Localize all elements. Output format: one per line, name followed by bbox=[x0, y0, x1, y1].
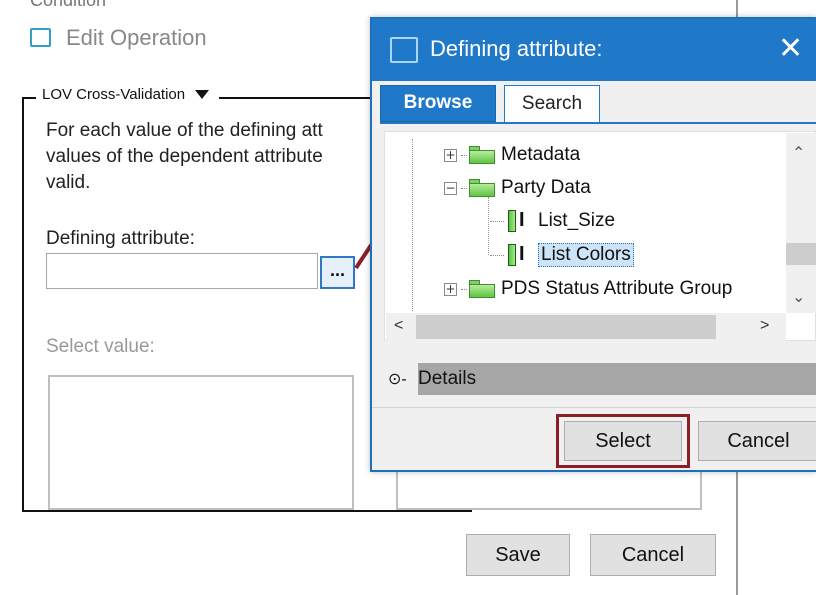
expand-icon[interactable]: + bbox=[444, 148, 457, 162]
details-toggle-icon[interactable]: ⊙- bbox=[388, 369, 407, 389]
folder-icon bbox=[469, 179, 495, 197]
tree-dots bbox=[490, 254, 504, 256]
tree-item-label: List_Size bbox=[538, 210, 616, 231]
collapse-icon[interactable]: − bbox=[444, 181, 457, 195]
tree-item-label: Party Data bbox=[501, 177, 591, 198]
tree-connector-line bbox=[412, 139, 413, 311]
tab-search[interactable]: Search bbox=[504, 85, 600, 123]
tree-item-list-colors[interactable]: I List Colors bbox=[490, 241, 634, 269]
scroll-down-icon[interactable]: ⌄ bbox=[792, 287, 805, 307]
tree-dots bbox=[461, 154, 467, 156]
tree-item-pds-status[interactable]: + PDS Status Attribute Group bbox=[444, 275, 732, 303]
horizontal-scroll-thumb[interactable] bbox=[416, 315, 716, 339]
vertical-scroll-thumb[interactable] bbox=[786, 243, 816, 265]
tab-browse[interactable]: Browse bbox=[380, 85, 496, 122]
tree-connector-line bbox=[488, 197, 489, 255]
scroll-right-icon[interactable]: > bbox=[760, 317, 769, 335]
defining-attribute-dialog: Defining attribute: ✕ Browse Search + Me… bbox=[370, 17, 816, 472]
tree-item-label: PDS Status Attribute Group bbox=[501, 278, 733, 299]
dialog-title: Defining attribute: bbox=[430, 36, 603, 61]
dialog-cancel-button[interactable]: Cancel bbox=[698, 421, 816, 461]
details-bar[interactable] bbox=[418, 363, 816, 395]
tree-dots bbox=[490, 220, 504, 222]
scroll-left-icon[interactable]: < bbox=[394, 317, 403, 335]
tree-item-label: Metadata bbox=[501, 144, 581, 165]
text-attribute-icon: I bbox=[506, 242, 534, 268]
expand-icon[interactable]: + bbox=[444, 282, 457, 296]
scroll-up-icon[interactable]: ⌃ bbox=[792, 143, 805, 163]
footer-divider bbox=[372, 407, 816, 408]
tree-dots bbox=[461, 288, 467, 290]
tree-dots bbox=[461, 187, 467, 189]
tree-item-label-selected: List Colors bbox=[538, 243, 634, 267]
folder-icon bbox=[469, 280, 495, 298]
tab-strip-divider bbox=[380, 122, 816, 124]
folder-icon bbox=[469, 146, 495, 164]
tree-item-metadata[interactable]: + Metadata bbox=[444, 141, 580, 169]
select-button-highlight bbox=[556, 414, 690, 468]
tree-item-party-data[interactable]: − Party Data bbox=[444, 174, 591, 202]
tree-item-list-size[interactable]: I List_Size bbox=[490, 207, 615, 235]
close-icon[interactable]: ✕ bbox=[778, 29, 803, 69]
text-attribute-icon: I bbox=[506, 208, 534, 234]
details-label: Details bbox=[418, 368, 477, 389]
dialog-window-icon bbox=[390, 37, 418, 63]
